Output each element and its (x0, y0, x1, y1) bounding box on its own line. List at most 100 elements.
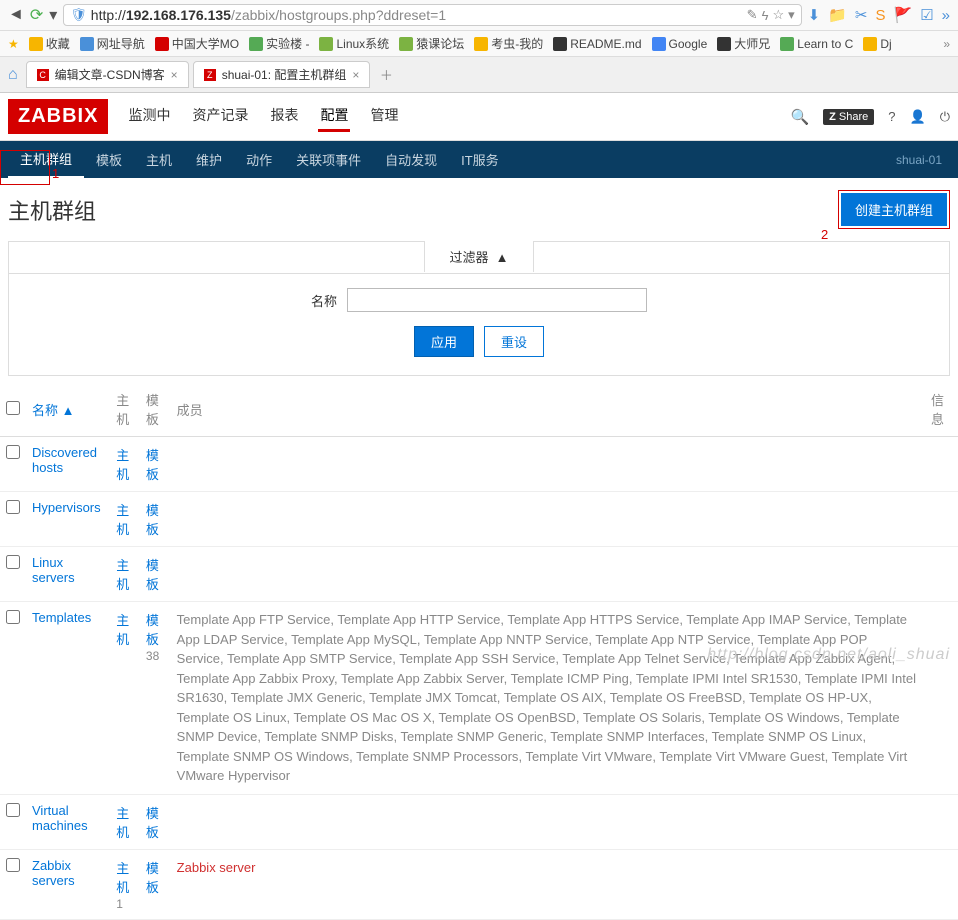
member-link[interactable]: Template App HTTP Service (337, 612, 500, 627)
bookmark-item[interactable]: 中国大学MO (155, 35, 239, 52)
new-tab-button[interactable]: ＋ (374, 65, 398, 84)
close-icon[interactable]: × (171, 68, 178, 82)
top-nav-item[interactable]: 管理 (368, 101, 400, 132)
share-button[interactable]: Z Share (823, 109, 874, 125)
member-link[interactable]: Template App FTP Service (177, 612, 331, 627)
browser-tab[interactable]: C编辑文章-CSDN博客× (26, 61, 189, 88)
member-link[interactable]: Template OS Linux (177, 710, 287, 725)
sub-nav-item[interactable]: 自动发现 (373, 142, 449, 177)
url-bar[interactable]: 🛡 http://192.168.176.135/zabbix/hostgrou… (63, 4, 801, 26)
download-icon[interactable]: ⬇ (808, 6, 821, 24)
ext-s-icon[interactable]: S (876, 7, 886, 24)
member-link[interactable]: Template App Zabbix Server (341, 671, 504, 686)
member-link[interactable]: Template App NTP Service (595, 632, 750, 647)
sub-nav-item[interactable]: 模板 (84, 142, 134, 177)
member-link[interactable]: Template App MySQL (291, 632, 417, 647)
more-icon[interactable]: » (942, 7, 950, 24)
hosts-link[interactable]: 主机 (116, 503, 129, 537)
member-link[interactable]: Template App Telnet Service (562, 651, 726, 666)
member-link[interactable]: Template App HTTPS Service (507, 612, 679, 627)
member-link[interactable]: Template IPMI Intel SR1530 (636, 671, 798, 686)
member-link[interactable]: Template ICMP Ping (511, 671, 629, 686)
top-nav-item[interactable]: 配置 (318, 101, 350, 132)
ext-check-icon[interactable]: ☑ (920, 6, 933, 24)
member-link[interactable]: Template OS Mac OS X (294, 710, 432, 725)
templates-link[interactable]: 模板 (146, 558, 159, 592)
top-nav-item[interactable]: 监测中 (126, 101, 172, 132)
reload-icon[interactable]: ⟳ (30, 5, 43, 25)
templates-link[interactable]: 模板 (146, 806, 159, 840)
back-icon[interactable]: ◄ (8, 6, 24, 24)
member-link[interactable]: Template OS FreeBSD (610, 690, 742, 705)
filter-name-input[interactable] (347, 288, 647, 312)
member-link[interactable]: Template OS HP-UX (749, 690, 868, 705)
group-name-link[interactable]: Zabbix servers (32, 858, 75, 888)
row-checkbox[interactable] (6, 500, 20, 514)
wand-icon[interactable]: ✎ (747, 7, 758, 23)
bookmark-item[interactable]: Linux系统 (319, 35, 389, 52)
create-host-group-button[interactable]: 创建主机群组 (841, 193, 947, 226)
folder-icon[interactable]: 📁 (828, 6, 847, 24)
bookmark-item[interactable]: Dj (863, 37, 891, 51)
row-checkbox[interactable] (6, 445, 20, 459)
member-link[interactable]: Template OS OpenBSD (439, 710, 576, 725)
member-link[interactable]: Template OS Windows (708, 710, 840, 725)
col-name[interactable]: 名称 ▲ (26, 382, 110, 437)
help-icon[interactable]: ? (888, 109, 895, 124)
templates-link[interactable]: 模板 (146, 613, 159, 647)
flash-icon[interactable]: ϟ (762, 8, 769, 23)
search-icon[interactable]: 🔍 (790, 108, 809, 126)
member-link[interactable]: Template SNMP OS Windows (177, 749, 349, 764)
member-link[interactable]: Template SNMP Generic (400, 729, 543, 744)
member-link[interactable]: Zabbix server (177, 860, 256, 875)
sub-nav-item[interactable]: 关联项事件 (284, 142, 373, 177)
menu-icon[interactable]: ▾ (49, 5, 57, 25)
group-name-link[interactable]: Discovered hosts (32, 445, 97, 475)
member-link[interactable]: Template App NNTP Service (424, 632, 589, 647)
member-link[interactable]: Template JMX Generic (231, 690, 363, 705)
member-link[interactable]: Template Virt VMware Guest (659, 749, 824, 764)
templates-link[interactable]: 模板 (146, 861, 159, 895)
member-link[interactable]: Template SNMP Interfaces (550, 729, 704, 744)
top-nav-item[interactable]: 报表 (268, 101, 300, 132)
bookmark-item[interactable]: 实验楼 - (249, 35, 309, 52)
member-link[interactable]: Template JMX Tomcat (369, 690, 497, 705)
group-name-link[interactable]: Virtual machines (32, 803, 88, 833)
templates-link[interactable]: 模板 (146, 448, 159, 482)
sub-nav-item[interactable]: 动作 (234, 142, 284, 177)
apply-button[interactable]: 应用 (414, 326, 474, 357)
member-link[interactable]: Template SNMP Processors (356, 749, 518, 764)
reset-button[interactable]: 重设 (484, 326, 544, 357)
bookmark-item[interactable]: Learn to C (780, 37, 853, 51)
bookmark-item[interactable]: 考虫-我的 (474, 35, 543, 52)
row-checkbox[interactable] (6, 858, 20, 872)
member-link[interactable]: Template App SSH Service (399, 651, 555, 666)
hosts-link[interactable]: 主机 (116, 448, 129, 482)
group-name-link[interactable]: Hypervisors (32, 500, 101, 515)
member-link[interactable]: Template App SMTP Service (227, 651, 392, 666)
row-checkbox[interactable] (6, 555, 20, 569)
sub-nav-item[interactable]: IT服务 (449, 142, 511, 177)
bookmark-item[interactable]: 网址导航 (80, 35, 145, 52)
hosts-link[interactable]: 主机 (116, 613, 129, 647)
ext-flag-icon[interactable]: 🚩 (894, 6, 913, 24)
group-name-link[interactable]: Linux servers (32, 555, 75, 585)
more-icon[interactable]: » (943, 37, 950, 51)
member-link[interactable]: Template SNMP OS Linux (712, 729, 863, 744)
zabbix-logo[interactable]: ZABBIX (8, 99, 108, 134)
bookmark-item[interactable]: 猿课论坛 (399, 35, 464, 52)
bookmark-item[interactable]: README.md (553, 37, 641, 51)
dropdown-icon[interactable]: ▾ (788, 7, 795, 23)
group-name-link[interactable]: Templates (32, 610, 91, 625)
bookmark-item[interactable]: 大师兄 (717, 35, 770, 52)
templates-link[interactable]: 模板 (146, 503, 159, 537)
bookmark-item[interactable]: Google (652, 37, 708, 51)
top-nav-item[interactable]: 资产记录 (190, 101, 250, 132)
member-link[interactable]: Template SNMP Disks (264, 729, 393, 744)
sub-nav-item[interactable]: 主机 (134, 142, 184, 177)
member-link[interactable]: Template App Zabbix Proxy (177, 671, 334, 686)
hosts-link[interactable]: 主机 (116, 558, 129, 592)
select-all-checkbox[interactable] (6, 401, 20, 415)
hosts-link[interactable]: 主机 (116, 806, 129, 840)
sub-nav-item[interactable]: 维护 (184, 142, 234, 177)
